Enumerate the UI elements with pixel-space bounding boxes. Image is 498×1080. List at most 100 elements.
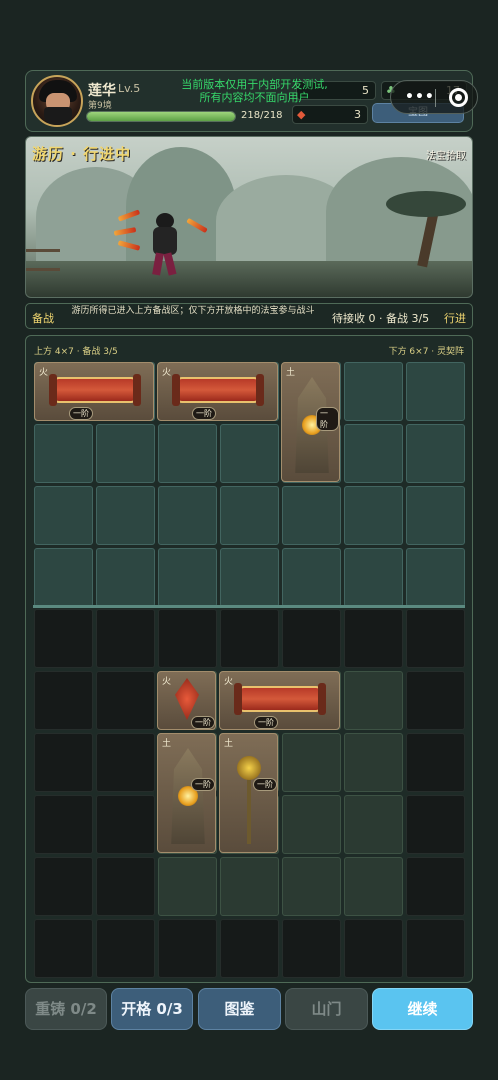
- hero-avatar[interactable]: [31, 75, 83, 127]
- lower-grid-cell[interactable]: [406, 609, 465, 668]
- lower-grid-cell[interactable]: [282, 919, 341, 978]
- tier-badge: 一阶: [191, 716, 215, 729]
- upper-grid-cell[interactable]: [158, 424, 217, 483]
- lower-grid-cell[interactable]: [34, 609, 93, 668]
- upper-grid-cell[interactable]: [96, 424, 155, 483]
- scroll-icon: [172, 374, 264, 406]
- tier-badge: 一阶: [192, 407, 216, 420]
- upper-grid-cell[interactable]: [158, 548, 217, 607]
- lower-grid-cell[interactable]: [282, 733, 341, 792]
- lower-grid-cell[interactable]: [344, 609, 403, 668]
- upper-grid-cell[interactable]: [220, 424, 279, 483]
- upper-grid-cell[interactable]: [34, 548, 93, 607]
- lower-grid-cell[interactable]: [96, 609, 155, 668]
- hero-leg: [163, 252, 177, 276]
- upper-grid-cell[interactable]: [406, 424, 465, 483]
- upper-grid-cell[interactable]: [282, 548, 341, 607]
- hero-body: [153, 227, 177, 255]
- lower-grid-cell[interactable]: [96, 919, 155, 978]
- hero-name: 莲华: [88, 83, 116, 99]
- lower-grid-cell[interactable]: [344, 671, 403, 730]
- lower-grid-cell[interactable]: [158, 919, 217, 978]
- lower-grid-cell[interactable]: [96, 857, 155, 916]
- upper-grid-cell[interactable]: [158, 486, 217, 545]
- tier-badge: 一阶: [254, 716, 278, 729]
- capsule-divider: [435, 89, 436, 107]
- status-bar: 备战 游历所得已进入上方备战区；仅下方开放格中的法宝参与战斗 待接收 0 · 备…: [25, 303, 473, 329]
- lower-grid-cell[interactable]: [406, 795, 465, 854]
- lower-grid-cell[interactable]: [406, 919, 465, 978]
- upper-grid-cell[interactable]: [282, 486, 341, 545]
- lower-grid-cell[interactable]: [282, 857, 341, 916]
- upper-grid-cell[interactable]: [220, 548, 279, 607]
- treasure-fire-shard[interactable]: 火 一阶: [157, 671, 216, 730]
- upper-grid-cell[interactable]: [344, 424, 403, 483]
- upper-grid-cell[interactable]: [406, 486, 465, 545]
- lower-grid-cell[interactable]: [282, 609, 341, 668]
- upper-grid-cell[interactable]: [34, 424, 93, 483]
- upper-grid-cell[interactable]: [220, 486, 279, 545]
- upper-grid-cell[interactable]: [344, 362, 403, 421]
- lower-grid-cell[interactable]: [220, 609, 279, 668]
- staff-head-icon: [237, 756, 261, 780]
- fence: [26, 249, 60, 271]
- element-label: 火: [162, 368, 172, 378]
- lower-grid-cell[interactable]: [96, 733, 155, 792]
- element-label: 土: [162, 739, 172, 749]
- lower-grid-cell[interactable]: [34, 733, 93, 792]
- scene-title: 游历 · 行进中: [32, 145, 132, 163]
- upper-grid-cell[interactable]: [406, 548, 465, 607]
- lower-grid-cell[interactable]: [344, 919, 403, 978]
- lower-grid-cell[interactable]: [406, 733, 465, 792]
- lower-grid-cell[interactable]: [220, 857, 279, 916]
- codex-button[interactable]: 图鉴: [198, 988, 281, 1030]
- tier-badge: 一阶: [191, 778, 215, 791]
- hero-sprite: [144, 211, 188, 277]
- treasure-fire-scroll-2[interactable]: 火 一阶: [157, 362, 278, 421]
- upper-grid-cell[interactable]: [96, 548, 155, 607]
- lower-grid-cell[interactable]: [406, 857, 465, 916]
- upper-grid-cell[interactable]: [34, 486, 93, 545]
- element-label: 火: [162, 677, 172, 687]
- resource-a-value: 5: [362, 84, 369, 97]
- upper-grid-cell[interactable]: [406, 362, 465, 421]
- close-miniprogram-icon[interactable]: [449, 88, 468, 107]
- treasure-earth-staff[interactable]: 土 一阶: [219, 733, 278, 853]
- open-slot-button[interactable]: 开格 0/3: [111, 988, 193, 1030]
- lower-grid-cell[interactable]: [96, 671, 155, 730]
- lower-grid-cell[interactable]: [96, 795, 155, 854]
- lower-grid-cell[interactable]: [34, 857, 93, 916]
- tier-badge: 一阶: [69, 407, 93, 420]
- journey-scene: 游历 · 行进中 法宝拾取: [25, 136, 473, 298]
- lower-grid-cell[interactable]: [344, 733, 403, 792]
- lower-grid-cell[interactable]: [344, 857, 403, 916]
- sect-gate-button[interactable]: 山门: [285, 988, 368, 1030]
- treasure-earth-stele-2[interactable]: 土 一阶: [157, 733, 216, 853]
- hero-level: Lv.5: [118, 82, 141, 95]
- hero-leg: [152, 252, 164, 276]
- lower-grid-cell[interactable]: [34, 795, 93, 854]
- lower-grid-cell[interactable]: [344, 795, 403, 854]
- element-label: 火: [224, 677, 234, 687]
- treasure-earth-stele-1[interactable]: 土 一阶: [281, 362, 340, 482]
- loot-pickup-label: 法宝拾取: [426, 151, 466, 162]
- more-menu-icon[interactable]: •••: [405, 89, 435, 105]
- status-mode: 行进: [444, 312, 466, 325]
- lower-grid-cell[interactable]: [406, 671, 465, 730]
- upper-grid-cell[interactable]: [96, 486, 155, 545]
- lower-grid-cell[interactable]: [282, 795, 341, 854]
- treasure-fire-scroll-3[interactable]: 火 一阶: [219, 671, 340, 730]
- upper-grid-cell[interactable]: [344, 486, 403, 545]
- status-description: 游历所得已进入上方备战区；仅下方开放格中的法宝参与战斗: [71, 306, 315, 316]
- lower-grid-cell[interactable]: [158, 857, 217, 916]
- treasure-fire-scroll-1[interactable]: 火 一阶: [34, 362, 154, 421]
- continue-button[interactable]: 继续: [372, 988, 473, 1030]
- lower-grid-cell[interactable]: [158, 609, 217, 668]
- lower-grid-cell[interactable]: [34, 671, 93, 730]
- recast-button[interactable]: 重铸 0/2: [25, 988, 107, 1030]
- upper-grid-cell[interactable]: [344, 548, 403, 607]
- lower-grid-cell[interactable]: [34, 919, 93, 978]
- lower-grid-cell[interactable]: [220, 919, 279, 978]
- element-label: 火: [39, 368, 49, 378]
- dev-notice-line1: 当前版本仅用于内部开发测试,: [181, 78, 328, 91]
